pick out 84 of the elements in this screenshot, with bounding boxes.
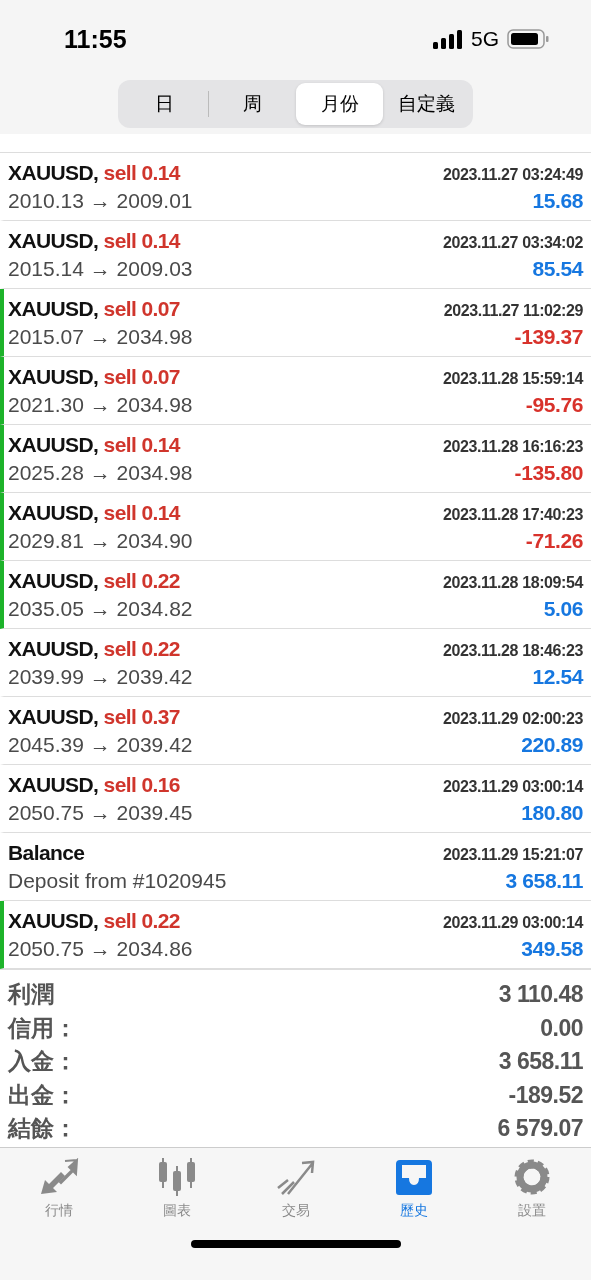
deal-profit: 15.68 (532, 188, 583, 213)
deal-prices: 2045.39 → 2039.42 (8, 732, 193, 757)
deal-prices: 2035.05 → 2034.82 (8, 596, 193, 621)
signal-icon (433, 29, 463, 49)
deal-time: 2023.11.29 15:21:07 (442, 845, 583, 864)
deal-row[interactable]: XAUUSD, sell 0.07 2023.11.27 11:02:29 2015.07 → 2034.98 -139.37 (0, 289, 591, 357)
deal-row[interactable]: XAUUSD, sell 0.14 2023.11.27 03:24:49 2010.13 → 2009.01 15.68 (0, 153, 591, 221)
deal-row[interactable]: XAUUSD, sell 0.22 2023.11.29 03:00:14 2050.75 → 2034.86 349.58 (0, 901, 591, 969)
deal-profit: -95.76 (525, 392, 583, 417)
deal-prices: Deposit from #1020945 (8, 868, 227, 893)
deal-time: 2023.11.29 03:00:14 (442, 913, 583, 932)
deal-title: XAUUSD, sell 0.07 (8, 364, 180, 389)
deal-row[interactable]: XAUUSD, sell 0.07 2023.11.28 15:59:14 2021.30 → 2034.98 -95.76 (0, 357, 591, 425)
deal-profit: 5.06 (543, 596, 583, 621)
deal-profit: -135.80 (514, 460, 583, 485)
deal-profit: 12.54 (532, 664, 583, 689)
deal-title: XAUUSD, sell 0.37 (8, 704, 180, 729)
deal-title: XAUUSD, sell 0.14 (8, 432, 180, 457)
deal-row[interactable]: XAUUSD, sell 0.14 2023.11.28 17:40:23 2029.81 → 2034.90 -71.26 (0, 493, 591, 561)
summary-label: 利潤 (8, 980, 54, 1010)
deal-title: XAUUSD, sell 0.14 (8, 228, 180, 253)
deal-time: 2023.11.29 03:00:14 (442, 777, 583, 796)
deal-row[interactable]: XAUUSD, sell 0.22 2023.11.28 18:46:23 2039.99 → 2039.42 12.54 (0, 629, 591, 697)
deal-profit: 220.89 (521, 732, 583, 757)
period-tab[interactable]: 周 (209, 83, 296, 125)
deal-title: Balance (8, 840, 85, 865)
summary-label: 出金： (8, 1080, 77, 1110)
deal-row[interactable]: XAUUSD, sell 0.14 2023.11.27 03:34:02 2015.14 → 2009.03 85.54 (0, 221, 591, 289)
deal-time: 2023.11.28 17:40:23 (442, 505, 583, 524)
deal-title: XAUUSD, sell 0.16 (8, 772, 180, 797)
status-time: 11:55 (64, 24, 127, 54)
arrows-icon (39, 1158, 80, 1196)
summary-value: 0.00 (540, 1014, 583, 1042)
network-label: 5G (471, 27, 499, 51)
deal-time: 2023.11.29 02:00:23 (442, 709, 583, 728)
summary-value: 3 110.48 (498, 981, 583, 1009)
deal-prices: 2025.28 → 2034.98 (8, 460, 193, 485)
deal-title: XAUUSD, sell 0.22 (8, 908, 180, 933)
summary-label: 信用： (8, 1013, 77, 1043)
deal-title: XAUUSD, sell 0.22 (8, 568, 180, 593)
deal-prices: 2010.13 → 2009.01 (8, 188, 193, 213)
deal-prices: 2015.07 → 2034.98 (8, 324, 193, 349)
period-tab[interactable]: 自定義 (383, 83, 470, 125)
summary-label: 入金： (8, 1047, 77, 1077)
deal-title: XAUUSD, sell 0.14 (8, 500, 180, 525)
period-tab[interactable]: 日 (121, 83, 208, 125)
summary-value: 3 658.11 (498, 1048, 583, 1076)
deal-prices: 2039.99 → 2039.42 (8, 664, 193, 689)
deal-prices: 2050.75 → 2039.45 (8, 800, 193, 825)
deal-time: 2023.11.28 16:16:23 (442, 437, 583, 456)
deal-time: 2023.11.27 11:02:29 (443, 301, 583, 320)
deal-time: 2023.11.27 03:34:02 (442, 233, 583, 252)
deal-prices: 2050.75 → 2034.86 (8, 936, 193, 961)
deal-prices: 2021.30 → 2034.98 (8, 392, 193, 417)
deal-time: 2023.11.28 18:09:54 (442, 573, 583, 592)
summary-value: -189.52 (508, 1081, 583, 1109)
deal-profit: 349.58 (521, 936, 583, 961)
summary-label: 結餘： (8, 1114, 77, 1144)
deal-profit: 180.80 (521, 800, 583, 825)
deal-row[interactable]: XAUUSD, sell 0.16 2023.11.29 03:00:14 2050.75 → 2039.45 180.80 (0, 765, 591, 833)
settings-icon (512, 1158, 551, 1196)
deal-row[interactable]: Balance 2023.11.29 15:21:07 Deposit from #1020945 3 658.11 (0, 833, 591, 901)
candlestick-icon (157, 1158, 198, 1196)
deal-title: XAUUSD, sell 0.22 (8, 636, 180, 661)
deal-row[interactable]: XAUUSD, sell 0.22 2023.11.28 18:09:54 2035.05 → 2034.82 5.06 (0, 561, 591, 629)
deal-title: XAUUSD, sell 0.07 (8, 296, 180, 321)
deal-time: 2023.11.28 18:46:23 (442, 641, 583, 660)
deal-profit: -71.26 (525, 528, 583, 553)
deal-title: XAUUSD, sell 0.14 (8, 160, 180, 185)
battery-icon (507, 29, 549, 49)
deal-profit: -139.37 (514, 324, 583, 349)
tab-bar-item[interactable]: 歷史 (354, 1148, 473, 1236)
inbox-icon (393, 1158, 434, 1196)
period-tab[interactable]: 月份 (296, 83, 383, 125)
deal-time: 2023.11.28 15:59:14 (442, 369, 583, 388)
deal-row[interactable]: XAUUSD, sell 0.37 2023.11.29 02:00:23 2045.39 → 2039.42 220.89 (0, 697, 591, 765)
deal-row[interactable]: XAUUSD, sell 0.14 2023.11.28 16:16:23 2025.28 → 2034.98 -135.80 (0, 425, 591, 493)
deal-profit: 85.54 (532, 256, 583, 281)
summary-value: 6 579.07 (497, 1115, 583, 1143)
trend-arrow-icon (275, 1158, 316, 1196)
deal-time: 2023.11.27 03:24:49 (442, 165, 583, 184)
deal-profit: 3 658.11 (505, 868, 583, 893)
deal-prices: 2029.81 → 2034.90 (8, 528, 193, 553)
deal-prices: 2015.14 → 2009.03 (8, 256, 193, 281)
